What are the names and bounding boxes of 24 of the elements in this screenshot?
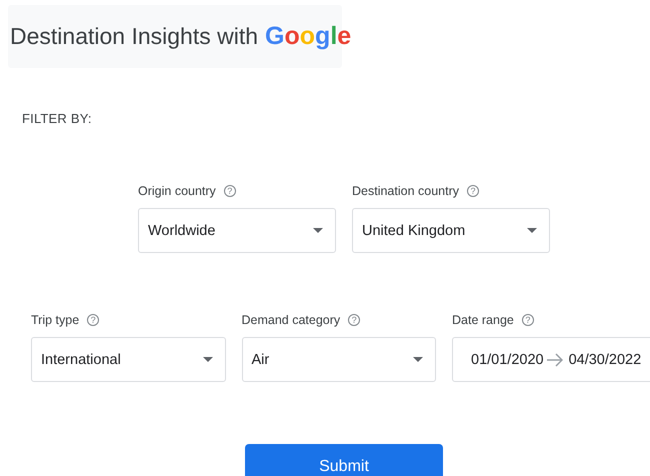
arrow-icon <box>546 352 563 366</box>
field-label: Destination country <box>352 184 460 198</box>
filter-label: FILTER BY: <box>22 111 92 126</box>
field-label: Demand category <box>242 313 340 327</box>
caret-icon <box>313 228 323 233</box>
dropdown[interactable]: Air <box>242 337 436 382</box>
field-label: Date range <box>452 313 514 327</box>
help-icon[interactable]: ? <box>224 185 236 197</box>
help-icon[interactable]: ? <box>467 185 480 197</box>
help-icon[interactable]: ? <box>87 314 100 326</box>
dropdown[interactable]: United Kingdom <box>352 208 550 253</box>
caret-icon <box>527 228 537 233</box>
logo: Google <box>265 22 352 51</box>
caret-icon <box>202 357 212 362</box>
dropdown[interactable]: Worldwide <box>138 208 336 253</box>
field-label: Origin country <box>138 184 216 198</box>
help-icon[interactable]: ? <box>522 314 534 326</box>
field-label: Trip type <box>31 313 80 327</box>
submit-button[interactable]: Submit <box>245 444 443 476</box>
dropdown[interactable]: International <box>31 337 226 382</box>
help-icon[interactable]: ? <box>348 314 360 326</box>
page-title: Destination Insights with <box>10 23 258 50</box>
date-range-field[interactable]: 01/01/2020 04/30/2022 <box>452 337 650 382</box>
caret-icon <box>413 357 423 362</box>
